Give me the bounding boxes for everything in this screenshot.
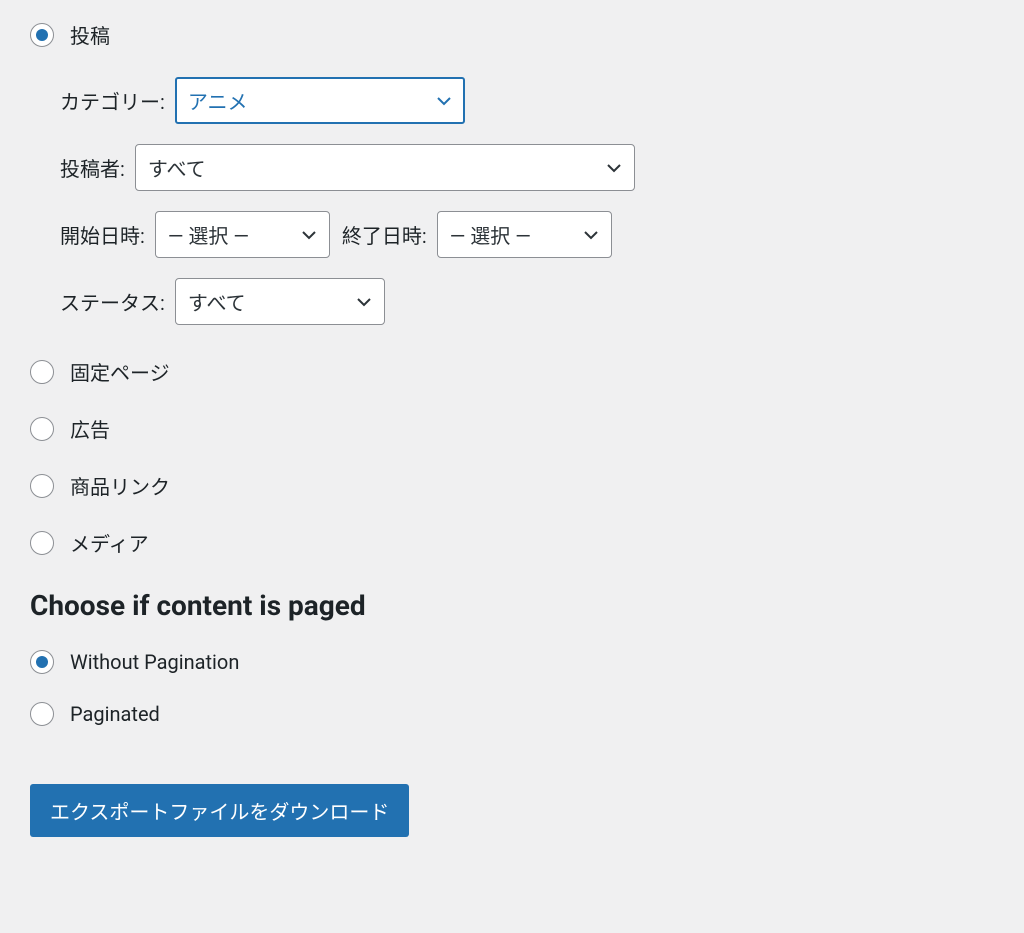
start-date-select-value: — 選択 —	[168, 220, 249, 249]
end-date-select[interactable]: — 選択 —	[437, 211, 612, 258]
author-select[interactable]: すべて	[135, 144, 635, 191]
chevron-down-icon	[356, 297, 372, 307]
author-label: 投稿者:	[60, 153, 125, 182]
status-select-value: すべて	[188, 287, 246, 316]
radio-posts[interactable]	[30, 23, 54, 47]
status-select[interactable]: すべて	[175, 278, 385, 325]
start-date-select[interactable]: — 選択 —	[155, 211, 330, 258]
radio-without-pagination[interactable]	[30, 650, 54, 674]
pagination-heading: Choose if content is paged	[30, 589, 994, 622]
radio-media-label[interactable]: メディア	[70, 528, 149, 557]
radio-product-links[interactable]	[30, 474, 54, 498]
radio-pages-label[interactable]: 固定ページ	[70, 357, 170, 386]
radio-ads-label[interactable]: 広告	[70, 414, 110, 443]
download-export-button[interactable]: エクスポートファイルをダウンロード	[30, 784, 409, 837]
category-label: カテゴリー:	[60, 86, 165, 115]
radio-paginated-label[interactable]: Paginated	[70, 702, 160, 726]
radio-without-pagination-label[interactable]: Without Pagination	[70, 650, 239, 674]
radio-pages[interactable]	[30, 360, 54, 384]
radio-paginated[interactable]	[30, 702, 54, 726]
radio-ads[interactable]	[30, 417, 54, 441]
author-select-value: すべて	[148, 153, 206, 182]
chevron-down-icon	[606, 163, 622, 173]
start-date-label: 開始日時:	[60, 220, 145, 249]
category-select[interactable]: アニメ	[175, 77, 465, 124]
end-date-label: 終了日時:	[342, 220, 427, 249]
status-label: ステータス:	[60, 287, 165, 316]
radio-posts-label[interactable]: 投稿	[70, 20, 110, 49]
end-date-select-value: — 選択 —	[450, 220, 531, 249]
chevron-down-icon	[583, 230, 599, 240]
chevron-down-icon	[436, 96, 452, 106]
radio-product-links-label[interactable]: 商品リンク	[70, 471, 170, 500]
radio-media[interactable]	[30, 531, 54, 555]
chevron-down-icon	[301, 230, 317, 240]
category-select-value: アニメ	[188, 86, 248, 115]
